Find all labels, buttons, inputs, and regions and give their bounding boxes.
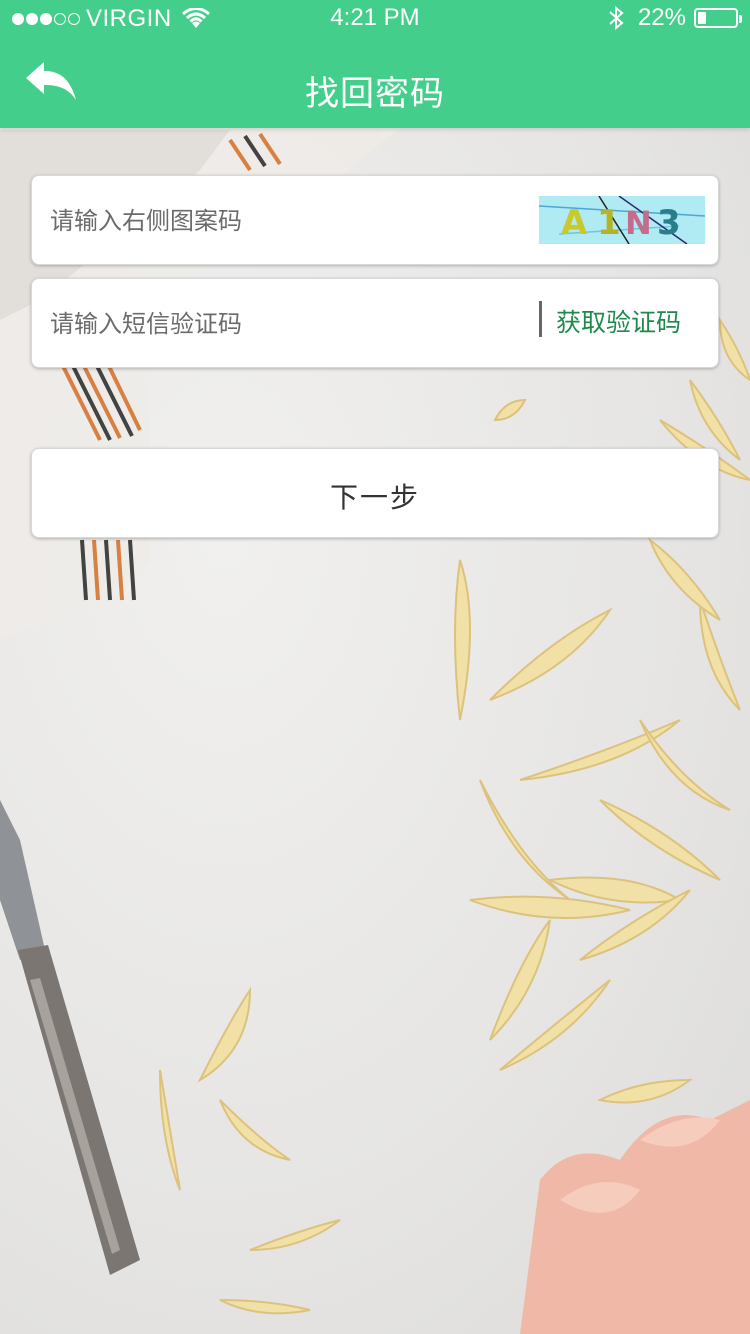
sms-code-input[interactable] <box>50 299 510 349</box>
captcha-char-3: N <box>625 204 652 242</box>
captcha-char-1: A <box>561 203 588 243</box>
captcha-char-4: 3 <box>657 203 681 243</box>
next-step-label: 下一步 <box>329 481 420 514</box>
hands-graphic <box>520 1100 750 1334</box>
page-title: 找回密码 <box>305 74 445 114</box>
battery-fill <box>698 12 706 24</box>
app-header: VIRGIN 4:21 PM 22% 找回密码 <box>0 0 750 128</box>
nav-bar: 找回密码 <box>0 36 750 128</box>
knife-graphic <box>0 800 140 1275</box>
status-bar: VIRGIN 4:21 PM 22% <box>0 0 750 36</box>
bluetooth-icon <box>609 6 624 30</box>
divider <box>539 301 542 337</box>
sms-code-card: 获取验证码 <box>31 278 719 368</box>
captcha-image[interactable]: A 1 N 3 <box>538 195 706 245</box>
next-step-button[interactable]: 下一步 <box>31 448 719 538</box>
captcha-input[interactable] <box>50 196 510 246</box>
captcha-card: A 1 N 3 <box>31 175 719 265</box>
battery-icon <box>694 8 742 28</box>
battery-percent: 22% <box>637 4 686 31</box>
captcha-char-2: 1 <box>597 203 621 243</box>
status-bar-right: 22% <box>608 4 742 32</box>
get-code-button[interactable]: 获取验证码 <box>556 303 681 339</box>
